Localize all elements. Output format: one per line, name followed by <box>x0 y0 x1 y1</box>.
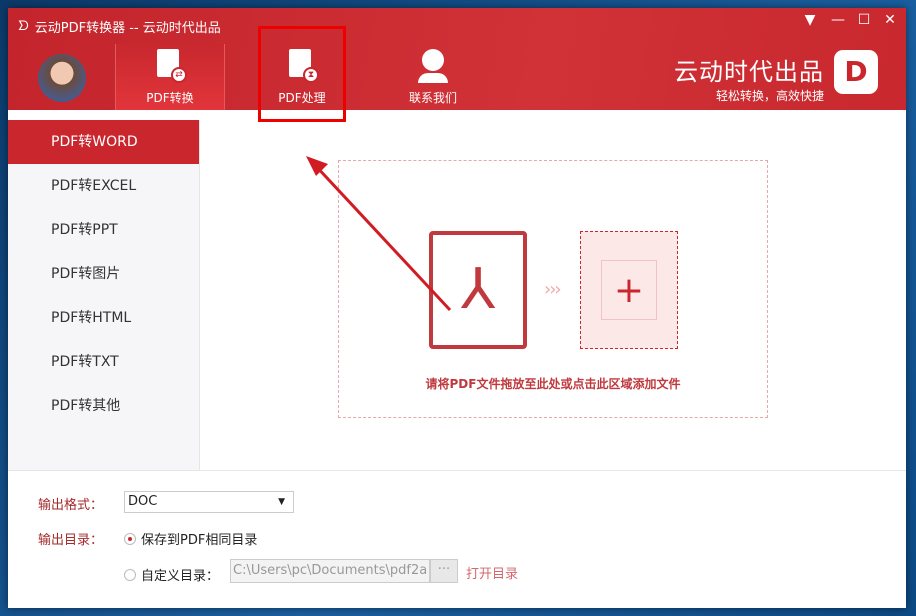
arrows-icon: ››› <box>544 279 560 300</box>
close-button[interactable]: ✕ <box>880 12 900 28</box>
sidebar-item-pdf-to-txt[interactable]: PDF转TXT <box>8 340 199 384</box>
browse-button[interactable]: ··· <box>430 559 458 583</box>
add-file-button[interactable]: + <box>580 231 678 349</box>
sidebar-item-pdf-to-other[interactable]: PDF转其他 <box>8 384 199 428</box>
sidebar-item-pdf-to-excel[interactable]: PDF转EXCEL <box>8 164 199 208</box>
app-logo-icon: ᗤ <box>18 19 29 34</box>
support-headset-icon <box>416 49 450 83</box>
pdf-convert-icon: ⇄ <box>153 49 187 83</box>
header: ᗤ云动PDF转换器 -- 云动时代出品 ▼ — ☐ ✕ ⇄ PDF转换 ⧗ PD… <box>8 8 906 110</box>
sidebar-item-pdf-to-html[interactable]: PDF转HTML <box>8 296 199 340</box>
minimize-button[interactable]: — <box>828 12 848 28</box>
sidebar-item-pdf-to-image[interactable]: PDF转图片 <box>8 252 199 296</box>
sidebar: PDF转WORD PDF转EXCEL PDF转PPT PDF转图片 PDF转HT… <box>8 120 200 470</box>
radio-custom-dir[interactable]: 自定义目录： <box>124 565 219 584</box>
app-window: ᗤ云动PDF转换器 -- 云动时代出品 ▼ — ☐ ✕ ⇄ PDF转换 ⧗ PD… <box>8 8 906 608</box>
dropdown-arrow-icon: ▼ <box>278 492 285 512</box>
menu-button[interactable]: ▼ <box>800 12 820 28</box>
drop-hint: 请将PDF文件拖放至此处或点击此区域添加文件 <box>339 375 767 392</box>
format-select[interactable]: DOC▼ <box>124 491 294 513</box>
format-label: 输出格式： <box>38 494 103 513</box>
annotation-arrow <box>298 148 458 318</box>
tab-pdf-convert[interactable]: ⇄ PDF转换 <box>115 44 225 110</box>
annotation-highlight-box <box>258 26 346 122</box>
custom-path-input[interactable]: C:\Users\pc\Documents\pdf2a <box>230 559 430 583</box>
plus-icon: + <box>601 260 657 320</box>
window-title: ᗤ云动PDF转换器 -- 云动时代出品 <box>18 17 221 36</box>
brand-logo-icon: D <box>834 50 878 94</box>
dir-label: 输出目录： <box>38 529 103 548</box>
brand: 云动时代出品轻松转换，高效快捷 <box>674 52 824 104</box>
tab-contact-us[interactable]: 联系我们 <box>378 44 488 110</box>
radio-same-dir[interactable]: 保存到PDF相同目录 <box>124 529 257 548</box>
open-dir-link[interactable]: 打开目录 <box>466 563 518 582</box>
output-settings: 输出格式： DOC▼ 输出目录： 保存到PDF相同目录 自定义目录： C:\Us… <box>8 470 906 608</box>
maximize-button[interactable]: ☐ <box>854 12 874 28</box>
sidebar-item-pdf-to-ppt[interactable]: PDF转PPT <box>8 208 199 252</box>
sidebar-item-pdf-to-word[interactable]: PDF转WORD <box>8 120 199 164</box>
avatar[interactable] <box>38 54 86 102</box>
